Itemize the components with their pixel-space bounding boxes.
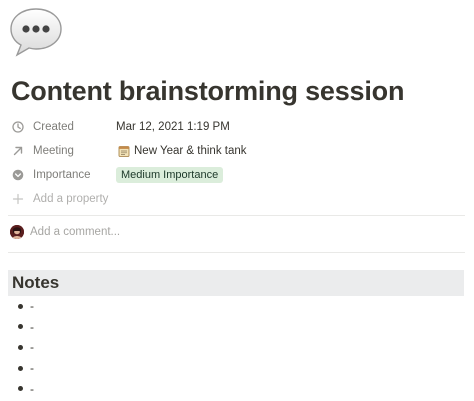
property-row-created[interactable]: Created Mar 12, 2021 1:19 PM bbox=[8, 117, 464, 137]
property-key-created[interactable]: Created bbox=[8, 120, 116, 134]
created-date-text: Mar 12, 2021 1:19 PM bbox=[116, 121, 230, 133]
avatar bbox=[10, 225, 24, 239]
property-value-created[interactable]: Mar 12, 2021 1:19 PM bbox=[116, 121, 230, 133]
property-value-meeting[interactable]: New Year & think tank bbox=[116, 145, 247, 157]
add-property-key[interactable]: Add a property bbox=[8, 192, 116, 206]
list-item[interactable]: - bbox=[18, 317, 34, 338]
divider bbox=[8, 252, 465, 253]
list-item-text[interactable]: - bbox=[30, 299, 34, 313]
property-value-importance[interactable]: Medium Importance bbox=[116, 167, 224, 183]
property-key-importance[interactable]: Importance bbox=[8, 168, 116, 182]
list-item-text[interactable]: - bbox=[30, 340, 34, 354]
page-title[interactable]: Content brainstorming session bbox=[11, 76, 404, 107]
circle-chevron-icon bbox=[11, 168, 25, 182]
add-property-button[interactable]: Add a property bbox=[8, 189, 464, 209]
meeting-link-text[interactable]: New Year & think tank bbox=[134, 145, 247, 157]
bullet-icon bbox=[18, 344, 23, 350]
comment-input-row[interactable]: Add a comment... bbox=[10, 225, 120, 239]
bullet-icon bbox=[18, 365, 23, 371]
property-label-meeting: Meeting bbox=[33, 145, 74, 157]
notepad-icon bbox=[118, 145, 130, 157]
list-item[interactable]: - bbox=[18, 337, 34, 358]
comment-input[interactable]: Add a comment... bbox=[30, 226, 120, 238]
property-row-meeting[interactable]: Meeting New Year & think tank bbox=[8, 141, 464, 161]
plus-icon bbox=[11, 192, 25, 206]
add-property-label: Add a property bbox=[33, 193, 109, 205]
notes-bullet-list: - - - - - bbox=[18, 296, 34, 399]
list-item-text[interactable]: - bbox=[30, 361, 34, 375]
divider bbox=[8, 215, 465, 216]
bullet-icon bbox=[18, 303, 23, 309]
importance-tag[interactable]: Medium Importance bbox=[116, 167, 224, 183]
notes-heading[interactable]: Notes bbox=[8, 270, 464, 296]
page: Content brainstorming session Created Ma… bbox=[0, 0, 474, 401]
property-label-created: Created bbox=[33, 121, 74, 133]
list-item-text[interactable]: - bbox=[30, 382, 34, 396]
speech-bubble-icon[interactable] bbox=[8, 6, 64, 58]
list-item[interactable]: - bbox=[18, 358, 34, 379]
list-item[interactable]: - bbox=[18, 296, 34, 317]
property-key-meeting[interactable]: Meeting bbox=[8, 144, 116, 158]
property-label-importance: Importance bbox=[33, 169, 91, 181]
property-row-importance[interactable]: Importance Medium Importance bbox=[8, 165, 464, 185]
bullet-icon bbox=[18, 324, 23, 330]
clock-icon bbox=[11, 120, 25, 134]
notes-heading-text: Notes bbox=[12, 273, 60, 292]
list-item[interactable]: - bbox=[18, 378, 34, 399]
list-item-text[interactable]: - bbox=[30, 320, 34, 334]
bullet-icon bbox=[18, 386, 23, 392]
arrow-up-right-icon bbox=[11, 144, 25, 158]
